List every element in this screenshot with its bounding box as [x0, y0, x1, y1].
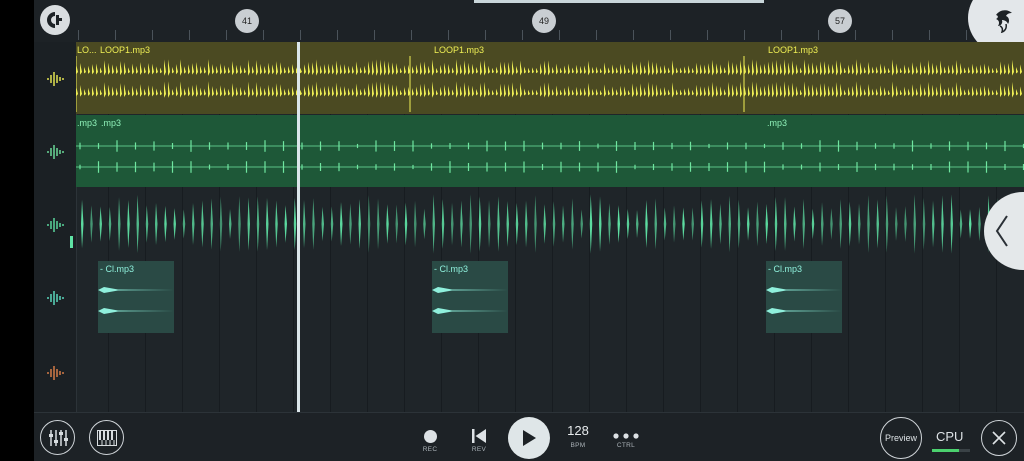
- audio-clip-loop1[interactable]: LO... LOOP1.mp3 LOOP1.mp3 LOOP1.mp3: [76, 42, 1024, 114]
- fl-studio-mobile-app: 41 49 57 LO... LOOP1.mp3 LOOP1.mp3 LOOP1…: [34, 0, 1024, 461]
- track-1-header[interactable]: [34, 42, 77, 115]
- waveform-icon: [47, 290, 64, 305]
- chevron-left-icon: [995, 215, 1008, 247]
- mixer-icon: [48, 429, 68, 446]
- bar-marker-57[interactable]: 57: [828, 9, 852, 33]
- clip-waveform: [98, 287, 174, 314]
- waveform-icon: [47, 71, 64, 86]
- timeline-ticks: [78, 30, 1024, 40]
- scroll-indicator[interactable]: [474, 0, 764, 3]
- close-button[interactable]: [981, 420, 1017, 456]
- clip-waveform: [432, 287, 508, 314]
- track-1[interactable]: LO... LOOP1.mp3 LOOP1.mp3 LOOP1.mp3: [34, 42, 1024, 116]
- playhead[interactable]: [297, 42, 300, 412]
- preview-button[interactable]: Preview: [880, 417, 922, 459]
- mixer-button[interactable]: [40, 420, 75, 455]
- piano-roll-button[interactable]: [89, 420, 124, 455]
- record-icon: [423, 430, 437, 443]
- bpm-control[interactable]: 128 BPM: [558, 417, 598, 459]
- cpu-label: CPU: [936, 429, 964, 444]
- bar-marker-41[interactable]: 41: [235, 9, 259, 33]
- preview-label: Preview: [884, 433, 917, 443]
- audio-clip-cl-1[interactable]: - Cl.mp3: [98, 261, 174, 333]
- bar-marker-49[interactable]: 49: [532, 9, 556, 33]
- timeline-ruler[interactable]: 41 49 57: [34, 0, 1024, 54]
- play-button[interactable]: [508, 417, 550, 459]
- track-level-indicator: [70, 236, 73, 248]
- close-icon: [992, 431, 1006, 445]
- playlist-tracks: LO... LOOP1.mp3 LOOP1.mp3 LOOP1.mp3 .mp3…: [34, 42, 1024, 413]
- clip-waveform: [76, 140, 1024, 173]
- record-label: REC: [422, 446, 438, 453]
- bpm-label: BPM: [570, 442, 586, 449]
- rewind-icon: [472, 429, 486, 443]
- clip-waveform: [766, 287, 842, 314]
- audio-clip-cl-3[interactable]: - Cl.mp3: [766, 261, 842, 333]
- track-4[interactable]: - Cl.mp3 - Cl.mp3 - Cl.mp3: [34, 261, 1024, 335]
- track-3-waveform: [81, 194, 1018, 254]
- control-menu-button[interactable]: CTRL: [606, 417, 646, 459]
- track-5[interactable]: [34, 334, 1024, 413]
- fl-logo-icon[interactable]: [40, 5, 70, 35]
- rewind-label: REV: [471, 446, 487, 453]
- more-dots-icon: [613, 433, 639, 439]
- track-2[interactable]: .mp3 .mp3 .mp3: [34, 115, 1024, 189]
- piano-icon: [96, 429, 117, 446]
- waveform-icon: [47, 366, 64, 380]
- record-button[interactable]: REC: [410, 417, 450, 459]
- rewind-button[interactable]: REV: [459, 417, 499, 459]
- cpu-meter: CPU: [930, 427, 970, 452]
- waveform-icon: [47, 217, 64, 232]
- track-5-header[interactable]: [34, 334, 77, 412]
- track-3-header[interactable]: [34, 188, 77, 261]
- track-3[interactable]: [34, 188, 1024, 262]
- waveform-icon: [47, 144, 64, 159]
- transport-bar: REC REV 128 BPM CTRL Preview CPU: [34, 412, 1024, 461]
- clip-waveform: [76, 56, 1022, 112]
- control-label: CTRL: [616, 442, 636, 449]
- track-2-header[interactable]: [34, 115, 77, 188]
- play-icon: [523, 430, 536, 446]
- cpu-level-bar: [932, 449, 970, 452]
- audio-clip-track2[interactable]: .mp3 .mp3 .mp3: [76, 115, 1024, 187]
- bpm-value: 128: [567, 423, 589, 438]
- track-4-header[interactable]: [34, 261, 77, 334]
- audio-clip-cl-2[interactable]: - Cl.mp3: [432, 261, 508, 333]
